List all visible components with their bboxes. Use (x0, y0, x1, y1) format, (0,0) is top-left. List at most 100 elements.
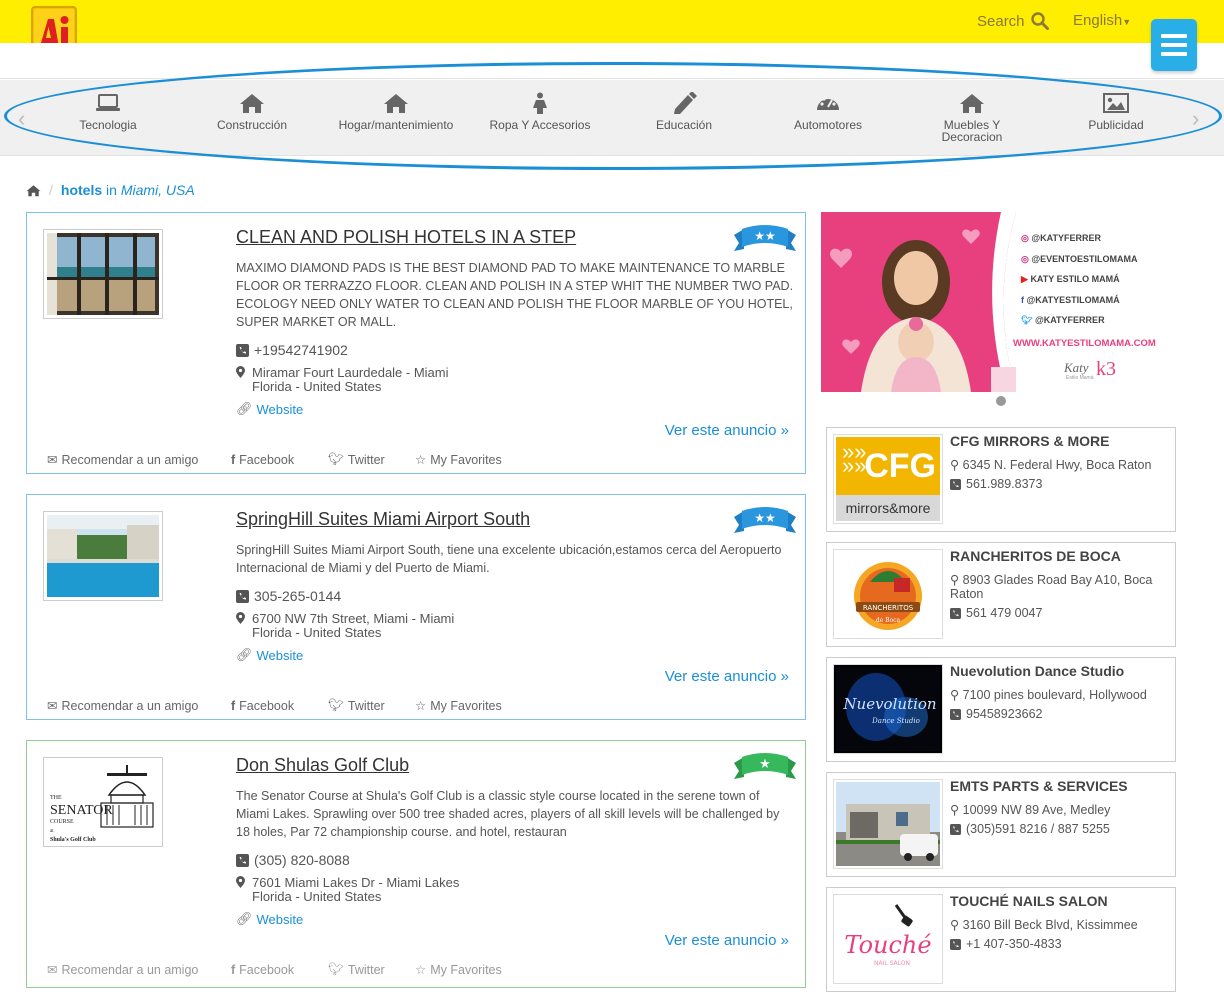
website-link[interactable]: 🔗︎ Website (236, 911, 303, 927)
recommend-label: Recomendar a un amigo (61, 698, 199, 713)
listing-phone: +19542741902 (236, 342, 348, 358)
language-dropdown[interactable]: English▼ (1073, 12, 1131, 29)
category-ropa[interactable]: Ropa Y Accesorios (475, 92, 605, 131)
favorites-button[interactable]: ☆ My Favorites (415, 962, 502, 978)
category-label: Automotores (793, 118, 863, 132)
business-name[interactable]: RANCHERITOS DE BOCA (950, 548, 1121, 564)
breadcrumb-category: hotels (60, 182, 103, 198)
chevron-right-icon[interactable]: › (1192, 106, 1199, 132)
language-label: English (1073, 12, 1123, 29)
chevron-left-icon[interactable]: ‹ (18, 106, 25, 132)
carousel-dot[interactable] (996, 396, 1006, 406)
twitter-button[interactable]: 🐦︎ Twitter (328, 962, 415, 977)
business-address: ⚲ 10099 NW 89 Ave, Medley (950, 803, 1111, 817)
facebook-button[interactable]: f Facebook (231, 698, 328, 713)
business-card[interactable]: RANCHERITOS de Boca RANCHERITOS DE BOCA … (826, 542, 1176, 647)
star-icon: ☆ (415, 963, 427, 977)
svg-text:★★: ★★ (754, 229, 776, 243)
two-star-ribbon-icon: ★★ (734, 225, 796, 251)
category-muebles[interactable]: Muebles Y Decoracion (907, 92, 1037, 143)
twitter-button[interactable]: 🐦︎ Twitter (328, 452, 415, 467)
hamburger-menu-button[interactable] (1151, 19, 1197, 71)
twitter-icon: 🐦︎ (328, 452, 344, 466)
facebook-handle: f @KATYESTILOMAMÁ (1021, 294, 1120, 305)
business-card[interactable]: CFG »»»» mirrors&more CFG MIRRORS & MORE… (826, 427, 1176, 532)
business-card[interactable]: EMTS PARTS & SERVICES ⚲ 10099 NW 89 Ave,… (826, 772, 1176, 877)
listing-title[interactable]: Don Shulas Golf Club (236, 755, 409, 776)
instagram-icon: ◎ (1021, 233, 1029, 243)
business-name[interactable]: EMTS PARTS & SERVICES (950, 778, 1128, 794)
facebook-label: Facebook (239, 452, 295, 467)
search-link[interactable]: Search (977, 12, 1049, 30)
listing-actions: ✉ Recomendar a un amigo f Facebook 🐦︎ Twitt… (47, 962, 502, 977)
phone-number: 305-265-0144 (254, 588, 342, 604)
facebook-icon: f (231, 452, 236, 467)
business-logo: RANCHERITOS de Boca (833, 549, 943, 639)
link-icon: 🔗︎ (236, 911, 253, 926)
category-tecnologia[interactable]: Tecnologia (43, 92, 173, 131)
banner-brand-mark: k3 (1096, 358, 1116, 380)
home-icon (240, 94, 264, 113)
category-label: Educación (655, 118, 713, 132)
recommend-button[interactable]: ✉ Recomendar a un amigo (47, 452, 231, 468)
map-marker-icon: ⚲ (950, 803, 960, 817)
phone-icon (950, 938, 961, 950)
view-listing-link[interactable]: Ver este anuncio » (665, 422, 789, 439)
senator-logo-text: THE SENATOR COURSE at Shula's Golf Club (50, 795, 113, 843)
view-listing-link[interactable]: Ver este anuncio » (665, 668, 789, 685)
phone-icon (236, 343, 249, 357)
star-icon: ☆ (415, 453, 427, 467)
view-listing-link[interactable]: Ver este anuncio » (665, 932, 789, 949)
business-name[interactable]: Nuevolution Dance Studio (950, 663, 1124, 679)
recommend-button[interactable]: ✉ Recomendar a un amigo (47, 962, 231, 978)
listing-title[interactable]: CLEAN AND POLISH HOTELS IN A STEP (236, 227, 576, 248)
business-address: ⚲ 3160 Bill Beck Blvd, Kissimmee (950, 918, 1138, 932)
business-card[interactable]: Touché NAIL SALON TOUCHÉ NAILS SALON ⚲ 3… (826, 887, 1176, 992)
search-icon (1030, 12, 1049, 30)
category-automotores[interactable]: Automotores (763, 92, 893, 131)
category-hogar[interactable]: Hogar/mantenimiento (331, 92, 461, 131)
business-address: ⚲ 6345 N. Federal Hwy, Boca Raton (950, 458, 1152, 472)
banner-brand: Katy (1064, 360, 1089, 375)
business-name[interactable]: TOUCHÉ NAILS SALON (950, 893, 1108, 909)
category-construccion[interactable]: Construcción (187, 92, 317, 131)
envelope-icon: ✉ (47, 453, 58, 467)
home-icon (384, 94, 408, 113)
recommend-button[interactable]: ✉ Recomendar a un amigo (47, 698, 231, 714)
breadcrumb-link[interactable]: hotels in Miami, USA (61, 182, 195, 198)
listing-title[interactable]: SpringHill Suites Miami Airport South (236, 509, 530, 530)
facebook-button[interactable]: f Facebook (231, 452, 328, 467)
listing-actions: ✉ Recomendar a un amigo f Facebook 🐦︎ Twitt… (47, 698, 502, 713)
home-icon[interactable] (26, 184, 41, 197)
favorites-button[interactable]: ☆ My Favorites (415, 452, 502, 468)
business-logo: Touché NAIL SALON (833, 894, 943, 984)
facebook-button[interactable]: f Facebook (231, 962, 328, 977)
category-educacion[interactable]: Educación (619, 92, 749, 131)
business-card[interactable]: Nuevolution Dance Studio Nuevolution Dan… (826, 657, 1176, 762)
twitter-icon: 🐦︎ (328, 698, 344, 712)
category-label: Hogar/mantenimiento (338, 118, 454, 132)
listing-phone: (305) 820-8088 (236, 852, 350, 868)
business-phone: 561 479 0047 (950, 606, 1042, 620)
address-line2: Florida - United States (252, 379, 382, 394)
one-star-ribbon-icon: ★ (734, 753, 796, 779)
search-label: Search (977, 12, 1025, 30)
ad-banner[interactable]: ◎ @KATYFERRER ◎ @EVENTOESTILOMAMA ▶ KATY… (821, 212, 1175, 392)
phone-icon (950, 708, 961, 720)
business-name[interactable]: CFG MIRRORS & MORE (950, 433, 1109, 449)
listing-thumbnail[interactable] (43, 229, 163, 319)
business-phone: +1 407-350-4833 (950, 937, 1062, 951)
star-icon: ☆ (415, 699, 427, 713)
listing-thumbnail[interactable]: THE SENATOR COURSE at Shula's Golf Club (43, 757, 163, 847)
website-label: Website (256, 401, 304, 417)
recommend-label: Recomendar a un amigo (61, 962, 199, 977)
website-link[interactable]: 🔗︎ Website (236, 401, 303, 417)
listing-thumbnail[interactable] (43, 511, 163, 601)
instagram-handle: ◎ @KATYFERRER (1021, 233, 1101, 243)
twitter-button[interactable]: 🐦︎ Twitter (328, 698, 415, 713)
category-publicidad[interactable]: Publicidad (1051, 92, 1181, 131)
category-bar (0, 80, 1224, 156)
website-link[interactable]: 🔗︎ Website (236, 647, 303, 663)
favorites-button[interactable]: ☆ My Favorites (415, 698, 502, 714)
envelope-icon: ✉ (47, 699, 58, 713)
